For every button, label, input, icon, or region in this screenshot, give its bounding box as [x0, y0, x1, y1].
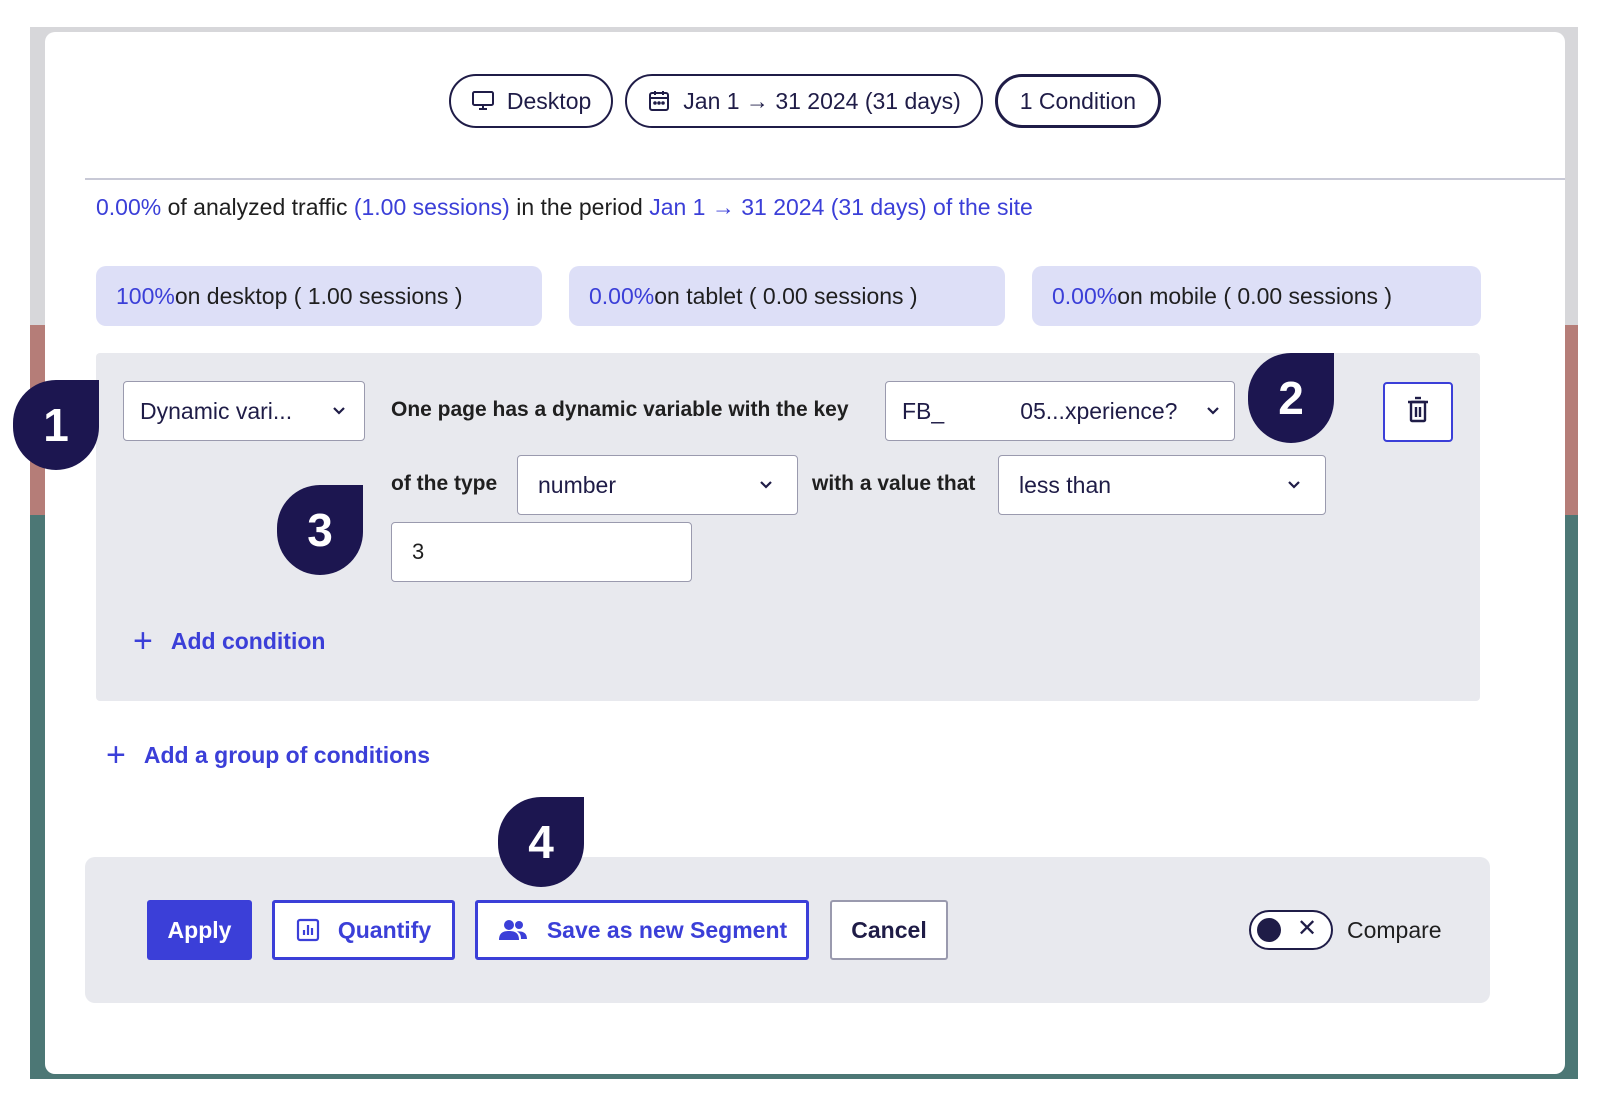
date-pill[interactable]: Jan 1 → 31 2024 (31 days): [625, 74, 983, 128]
condition-pill[interactable]: 1 Condition: [994, 74, 1162, 128]
summary-text-1: of analyzed traffic: [161, 194, 354, 220]
criterion-select[interactable]: Dynamic vari...: [123, 381, 365, 441]
device-pill-label: Desktop: [506, 87, 592, 114]
modal-footer: Apply Quantify Save as new Segment Cance…: [85, 857, 1490, 1003]
key-select[interactable]: FB_ 05...xperience?: [885, 381, 1235, 441]
chevron-down-icon: [330, 402, 348, 420]
type-select[interactable]: number: [517, 455, 798, 515]
add-condition-label: Add condition: [170, 627, 326, 654]
add-group-label: Add a group of conditions: [143, 741, 431, 768]
monitor-icon: [471, 90, 495, 112]
close-icon: ✕: [1297, 915, 1318, 942]
callout-marker-3: 3: [277, 485, 363, 575]
device-pill[interactable]: Desktop: [448, 74, 614, 128]
condition-pill-label: 1 Condition: [1019, 87, 1137, 114]
filter-pills: Desktop Jan 1 → 31 2024 (31 days) 1 Cond…: [45, 74, 1565, 128]
stat-text: on tablet ( 0.00 sessions ): [654, 282, 918, 309]
summary-period: Jan 1 → 31 2024 (31 days) of the site: [649, 194, 1033, 220]
callout-marker-1: 1: [13, 380, 99, 470]
header-divider: [85, 178, 1565, 180]
operator-select[interactable]: less than: [998, 455, 1326, 515]
operator-select-value: less than: [1019, 471, 1112, 498]
plus-icon: +: [133, 622, 153, 660]
device-stats: 100% on desktop ( 1.00 sessions ) 0.00% …: [96, 266, 1481, 326]
stat-desktop: 100% on desktop ( 1.00 sessions ): [96, 266, 542, 326]
stat-percent: 0.00%: [1052, 282, 1118, 309]
stat-mobile: 0.00% on mobile ( 0.00 sessions ): [1032, 266, 1481, 326]
stat-text: on desktop ( 1.00 sessions ): [174, 282, 463, 309]
quantify-label: Quantify: [337, 916, 432, 943]
key-select-prefix: FB_: [902, 397, 945, 424]
stat-text: on mobile ( 0.00 sessions ): [1117, 282, 1393, 309]
summary-percent: 0.00%: [96, 194, 162, 220]
chevron-down-icon: [757, 476, 775, 494]
delete-condition-button[interactable]: [1383, 382, 1453, 442]
apply-button[interactable]: Apply: [147, 900, 252, 960]
chevron-down-icon: [1204, 402, 1222, 420]
stat-percent: 0.00%: [589, 282, 655, 309]
save-segment-label: Save as new Segment: [546, 916, 788, 943]
users-icon: [497, 919, 529, 941]
stat-percent: 100%: [116, 282, 175, 309]
type-select-value: number: [538, 471, 616, 498]
type-label: of the type: [391, 472, 498, 495]
chevron-down-icon: [1285, 476, 1303, 494]
add-group-link[interactable]: + Add a group of conditions: [106, 738, 430, 772]
summary-sessions: (1.00 sessions): [353, 194, 510, 220]
calendar-icon: [647, 89, 671, 113]
bar-chart-icon: [296, 918, 320, 942]
date-pill-label: Jan 1 → 31 2024 (31 days): [683, 87, 961, 114]
callout-marker-4: 4: [498, 797, 584, 887]
segment-modal: Desktop Jan 1 → 31 2024 (31 days) 1 Cond…: [45, 32, 1565, 1074]
summary-text-2: in the period: [509, 194, 650, 220]
traffic-summary: 0.00% of analyzed traffic (1.00 sessions…: [96, 194, 1033, 221]
save-segment-button[interactable]: Save as new Segment: [475, 900, 809, 960]
add-condition-link[interactable]: + Add condition: [133, 624, 325, 658]
criterion-select-value: Dynamic vari...: [140, 397, 293, 424]
toggle-knob: [1257, 918, 1281, 942]
quantify-button[interactable]: Quantify: [272, 900, 455, 960]
compare-label: Compare: [1347, 917, 1442, 943]
cancel-button[interactable]: Cancel: [830, 900, 948, 960]
key-label: One page has a dynamic variable with the…: [391, 398, 849, 421]
value-input-text: 3: [412, 539, 425, 564]
compare-toggle[interactable]: ✕: [1249, 910, 1333, 950]
plus-icon: +: [106, 736, 126, 774]
trash-icon: [1406, 396, 1430, 429]
stat-tablet: 0.00% on tablet ( 0.00 sessions ): [569, 266, 1005, 326]
key-select-suffix: 05...xperience?: [1020, 397, 1178, 424]
value-input[interactable]: 3: [391, 522, 692, 582]
callout-marker-2: 2: [1248, 353, 1334, 443]
value-label: with a value that: [812, 472, 976, 495]
